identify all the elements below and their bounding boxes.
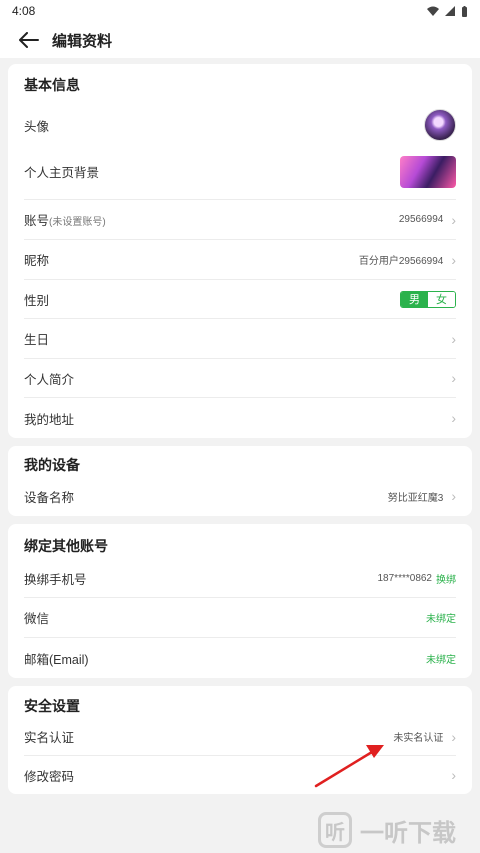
- chevron-right-icon: ›: [451, 370, 456, 386]
- password-row[interactable]: 修改密码 ›: [24, 756, 456, 794]
- chevron-right-icon: ›: [451, 211, 456, 228]
- background-row[interactable]: 个人主页背景: [24, 144, 456, 200]
- security-card: 安全设置 实名认证 未实名认证 › 修改密码 ›: [8, 686, 472, 794]
- account-value: 29566994: [398, 214, 444, 225]
- birthday-label: 生日: [24, 333, 50, 347]
- account-label: 账号: [24, 214, 50, 228]
- device-card: 我的设备 设备名称 努比亚红魔3 ›: [8, 446, 472, 516]
- account-row[interactable]: 账号(未设置账号) 29566994 ›: [24, 200, 456, 240]
- nickname-label: 昵称: [24, 254, 50, 268]
- phone-label: 换绑手机号: [24, 573, 87, 587]
- security-title: 安全设置: [24, 698, 80, 714]
- device-title: 我的设备: [24, 457, 80, 473]
- address-row[interactable]: 我的地址 ›: [24, 398, 456, 438]
- wechat-label: 微信: [24, 612, 50, 626]
- watermark-text: 一听下载: [360, 819, 456, 847]
- app-bar: 编辑资料: [0, 22, 480, 58]
- account-hint: (未设置账号): [49, 217, 106, 228]
- phone-rebind-link[interactable]: 换绑: [436, 571, 456, 586]
- device-name-value: 努比亚红魔3: [387, 492, 444, 504]
- content: 基本信息 头像 个人主页背景 账号(未设置账号) 29566994 › 昵称 百…: [0, 58, 480, 794]
- watermark-logo-icon: 听: [318, 812, 352, 848]
- background-thumbnail[interactable]: [400, 155, 456, 188]
- basic-info-title: 基本信息: [24, 77, 80, 93]
- avatar[interactable]: [424, 109, 456, 141]
- page-title: 编辑资料: [52, 32, 113, 50]
- device-name-row[interactable]: 设备名称 努比亚红魔3 ›: [24, 476, 456, 516]
- gender-male-option[interactable]: 男: [401, 291, 428, 307]
- email-row[interactable]: 邮箱(Email) 未绑定: [24, 638, 456, 678]
- bio-row[interactable]: 个人简介 ›: [24, 359, 456, 398]
- avatar-label: 头像: [24, 119, 50, 134]
- device-name-value-group: 努比亚红魔3 ›: [388, 489, 456, 504]
- battery-icon: [462, 5, 467, 17]
- device-name-label: 设备名称: [24, 490, 75, 505]
- bind-accounts-title: 绑定其他账号: [24, 538, 108, 554]
- back-button[interactable]: [16, 27, 42, 53]
- chevron-right-icon: ›: [451, 330, 456, 347]
- status-icons: [427, 5, 468, 17]
- back-arrow-icon: [19, 32, 39, 48]
- chevron-right-icon: ›: [451, 488, 456, 504]
- chevron-right-icon: ›: [451, 767, 456, 783]
- watermark: 听 一听下载: [318, 812, 456, 848]
- phone-row[interactable]: 换绑手机号 187****0862 换绑: [24, 560, 456, 598]
- chevron-right-icon: ›: [451, 410, 456, 426]
- chevron-right-icon: ›: [451, 251, 456, 268]
- gender-female-option[interactable]: 女: [428, 291, 455, 307]
- gender-toggle: 男 女: [400, 290, 456, 308]
- realname-label: 实名认证: [24, 731, 75, 745]
- gender-row: 性别 男 女: [24, 280, 456, 319]
- account-label-group: 账号(未设置账号): [24, 210, 106, 229]
- phone-value: 187****0862: [377, 573, 433, 584]
- realname-value-group: 未实名认证 ›: [393, 728, 456, 745]
- email-label: 邮箱(Email): [24, 652, 89, 667]
- signal-icon: [445, 6, 455, 16]
- email-status[interactable]: 未绑定: [426, 651, 456, 666]
- gender-label: 性别: [24, 293, 50, 308]
- wifi-icon: [427, 6, 439, 16]
- status-time: 4:08: [12, 4, 36, 18]
- status-bar: 4:08: [0, 0, 480, 22]
- wechat-row[interactable]: 微信 未绑定: [24, 598, 456, 638]
- account-value-group: 29566994 ›: [399, 213, 456, 227]
- phone-value-group: 187****0862 换绑: [378, 571, 457, 586]
- birthday-row[interactable]: 生日 ›: [24, 319, 456, 359]
- password-label: 修改密码: [24, 769, 75, 784]
- background-label: 个人主页背景: [24, 166, 100, 180]
- address-label: 我的地址: [24, 412, 75, 427]
- nickname-value-group: 百分用户29566994 ›: [358, 251, 456, 268]
- nickname-row[interactable]: 昵称 百分用户29566994 ›: [24, 240, 456, 280]
- bind-accounts-card: 绑定其他账号 换绑手机号 187****0862 换绑 微信 未绑定 邮箱(Em…: [8, 524, 472, 678]
- chevron-right-icon: ›: [451, 728, 456, 745]
- realname-row[interactable]: 实名认证 未实名认证 ›: [24, 718, 456, 756]
- basic-info-card: 基本信息 头像 个人主页背景 账号(未设置账号) 29566994 › 昵称 百…: [8, 64, 472, 438]
- wechat-status[interactable]: 未绑定: [426, 610, 456, 625]
- bio-label: 个人简介: [24, 372, 75, 387]
- avatar-row[interactable]: 头像: [24, 106, 456, 144]
- nickname-value: 百分用户29566994: [358, 256, 444, 267]
- realname-status: 未实名认证: [393, 733, 444, 744]
